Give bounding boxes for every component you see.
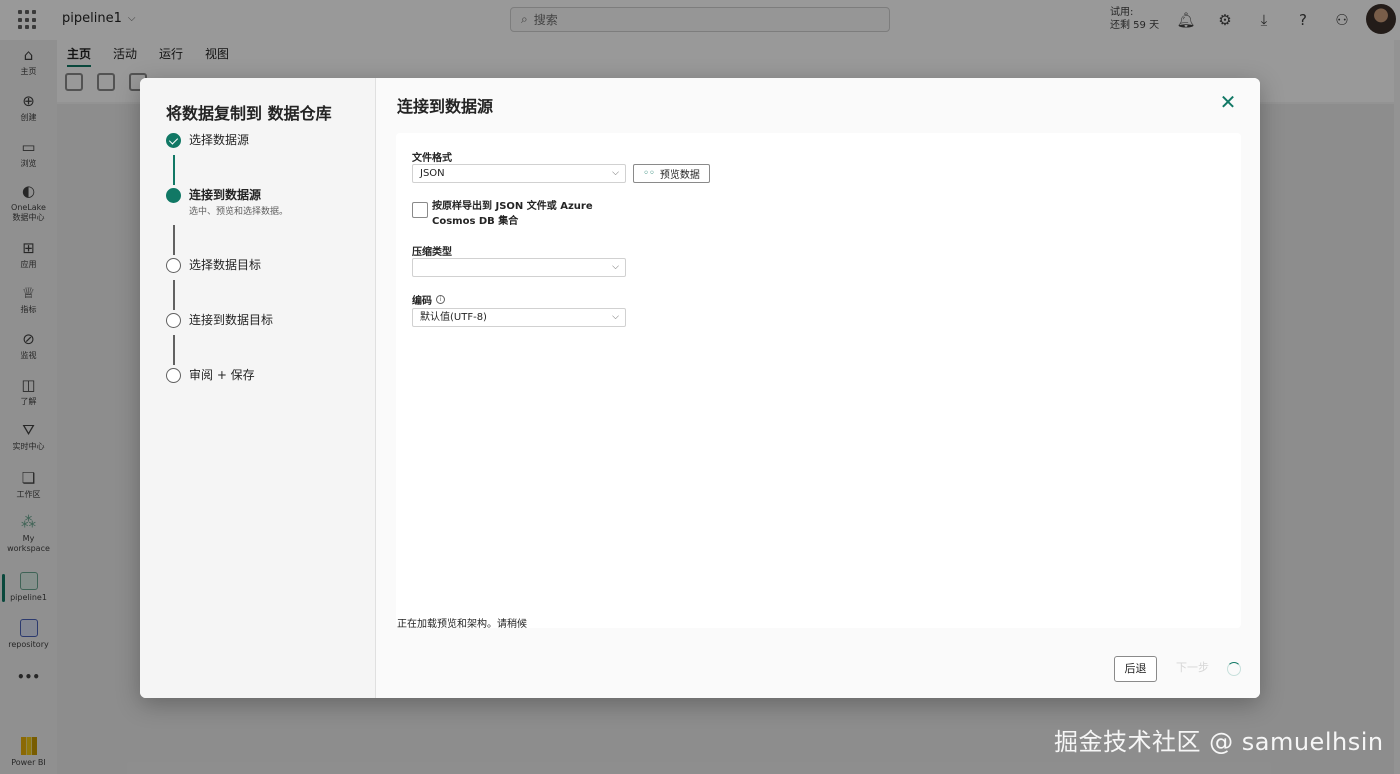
- step-connector: [173, 225, 175, 255]
- back-button[interactable]: 后退: [1114, 656, 1157, 682]
- step-choose-source: 选择数据源: [166, 133, 249, 148]
- export-as-is-checkbox[interactable]: [412, 202, 428, 218]
- watermark: 掘金技术社区 @ samuelhsin: [1054, 728, 1384, 756]
- file-format-dropdown[interactable]: JSON ⌵: [412, 164, 626, 183]
- file-format-label-text: 文件格式: [412, 153, 452, 164]
- step-label: 审阅 + 保存: [189, 368, 255, 382]
- wizard-title: 将数据复制到 数据仓库: [166, 104, 332, 123]
- compression-label-text: 压缩类型: [412, 247, 452, 258]
- empty-circle-icon: [166, 258, 181, 273]
- glasses-icon: ◦◦: [643, 168, 655, 179]
- current-step-icon: [166, 188, 181, 203]
- wizard-steps-pane: 将数据复制到 数据仓库 选择数据源 连接到数据源 选中、预览和选择数据。 选择数…: [140, 78, 376, 698]
- preview-data-button[interactable]: ◦◦ 预览数据: [633, 164, 710, 183]
- step-connector: [173, 335, 175, 365]
- chevron-down-icon: ⌵: [612, 262, 619, 272]
- loading-status-text: 正在加载预览和架构。请稍候: [397, 619, 527, 630]
- dialog-title: 连接到数据源: [397, 97, 494, 116]
- empty-circle-icon: [166, 313, 181, 328]
- check-circle-icon: [166, 133, 181, 148]
- step-connector: [173, 155, 175, 185]
- encoding-label-text: 编码: [412, 296, 432, 307]
- info-icon[interactable]: i: [436, 295, 445, 304]
- step-label: 选择数据目标: [189, 258, 262, 272]
- step-label: 选择数据源: [189, 133, 250, 147]
- encoding-value: 默认值(UTF-8): [420, 312, 487, 323]
- file-format-value: JSON: [420, 168, 445, 179]
- step-label: 连接到数据源: [189, 188, 262, 202]
- connect-source-pane: 连接到数据源 ✕ 文件格式 JSON ⌵ ◦◦ 预览数据 按原样导出到 JSON…: [376, 78, 1260, 698]
- export-as-is-label: 按原样导出到 JSON 文件或 Azure Cosmos DB 集合: [432, 201, 593, 227]
- next-button[interactable]: 下一步: [1171, 656, 1214, 682]
- preview-data-label: 预览数据: [659, 170, 700, 181]
- settings-card: 文件格式 JSON ⌵ ◦◦ 预览数据 按原样导出到 JSON 文件或 Azur…: [396, 133, 1241, 628]
- close-icon[interactable]: ✕: [1218, 92, 1238, 112]
- step-connect-source: 连接到数据源 选中、预览和选择数据。: [166, 188, 288, 218]
- encoding-label: 编码 i: [412, 292, 445, 307]
- step-choose-destination: 选择数据目标: [166, 258, 261, 273]
- chevron-down-icon: ⌵: [612, 168, 619, 178]
- step-review-save: 审阅 + 保存: [166, 368, 255, 383]
- chevron-down-icon: ⌵: [612, 312, 619, 322]
- step-connect-destination: 连接到数据目标: [166, 313, 273, 328]
- loading-spinner-icon: [1227, 662, 1241, 676]
- compression-type-label: 压缩类型: [412, 243, 452, 258]
- empty-circle-icon: [166, 368, 181, 383]
- step-description: 选中、预览和选择数据。: [189, 207, 289, 217]
- step-label: 连接到数据目标: [189, 313, 274, 327]
- step-connector: [173, 280, 175, 310]
- encoding-dropdown[interactable]: 默认值(UTF-8) ⌵: [412, 308, 626, 327]
- copy-data-dialog: 将数据复制到 数据仓库 选择数据源 连接到数据源 选中、预览和选择数据。 选择数…: [140, 78, 1260, 698]
- file-format-label: 文件格式: [412, 149, 452, 164]
- compression-type-dropdown[interactable]: ⌵: [412, 258, 626, 277]
